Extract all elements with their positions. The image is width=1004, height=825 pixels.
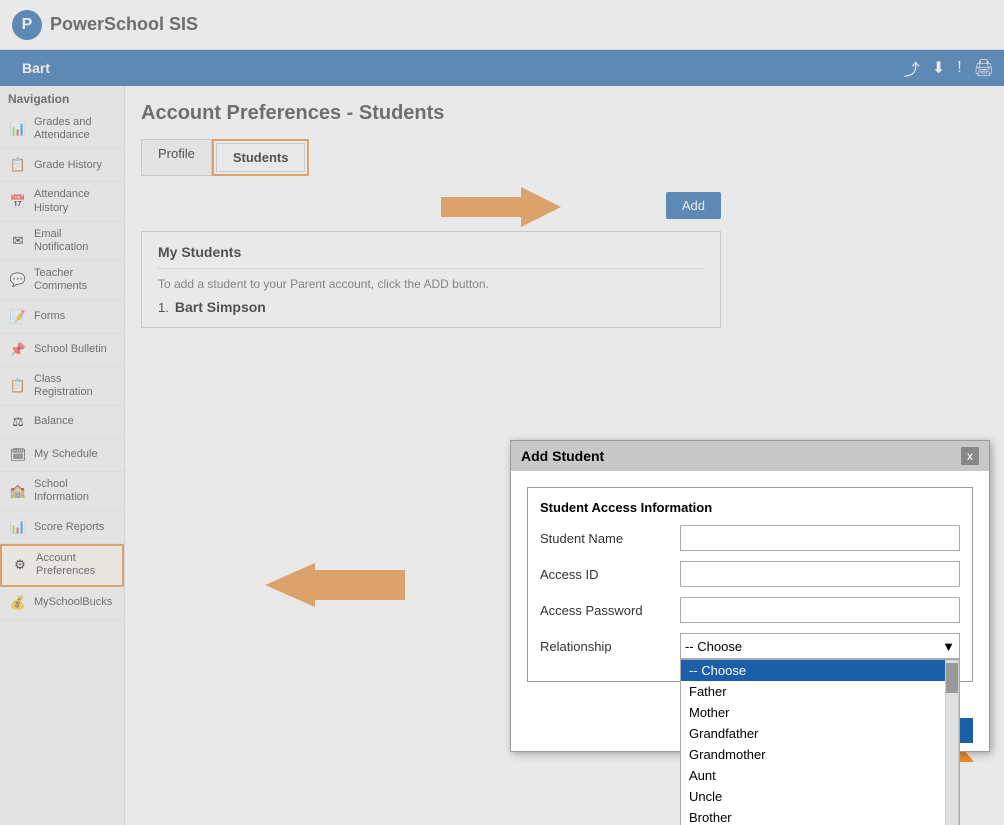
modal-body: Student Access Information Student Name … bbox=[511, 471, 989, 710]
add-student-modal: Add Student x Student Access Information… bbox=[510, 440, 990, 752]
option-brother[interactable]: Brother bbox=[681, 807, 945, 825]
access-id-row: Access ID bbox=[540, 561, 960, 587]
relationship-row: Relationship -- Choose ▼ -- Choose Fathe… bbox=[540, 633, 960, 659]
access-password-label: Access Password bbox=[540, 603, 680, 618]
relationship-dropdown-list[interactable]: -- Choose Father Mother Grandfather Gran… bbox=[680, 659, 960, 825]
student-name-label: Student Name bbox=[540, 531, 680, 546]
relationship-label: Relationship bbox=[540, 639, 680, 654]
relationship-selected-value: -- Choose bbox=[685, 639, 742, 654]
scrollbar-thumb bbox=[946, 663, 958, 693]
modal-overlay: Add Student x Student Access Information… bbox=[0, 0, 1004, 825]
student-name-input[interactable] bbox=[680, 525, 960, 551]
modal-close-button[interactable]: x bbox=[961, 447, 979, 465]
access-password-input[interactable] bbox=[680, 597, 960, 623]
dropdown-inner: -- Choose Father Mother Grandfather Gran… bbox=[681, 660, 959, 825]
modal-title: Add Student bbox=[521, 448, 604, 464]
dropdown-options: -- Choose Father Mother Grandfather Gran… bbox=[681, 660, 945, 825]
option-mother[interactable]: Mother bbox=[681, 702, 945, 723]
option-father[interactable]: Father bbox=[681, 681, 945, 702]
option-aunt[interactable]: Aunt bbox=[681, 765, 945, 786]
student-name-row: Student Name bbox=[540, 525, 960, 551]
dropdown-chevron: ▼ bbox=[942, 639, 955, 654]
option-choose[interactable]: -- Choose bbox=[681, 660, 945, 681]
student-access-info-group: Student Access Information Student Name … bbox=[527, 487, 973, 682]
relationship-dropdown-container: -- Choose ▼ -- Choose Father Mother Gran… bbox=[680, 633, 960, 659]
option-grandfather[interactable]: Grandfather bbox=[681, 723, 945, 744]
access-id-label: Access ID bbox=[540, 567, 680, 582]
modal-header: Add Student x bbox=[511, 441, 989, 471]
dropdown-scrollbar[interactable] bbox=[945, 660, 959, 825]
option-grandmother[interactable]: Grandmother bbox=[681, 744, 945, 765]
field-group-title: Student Access Information bbox=[540, 500, 960, 515]
access-password-row: Access Password bbox=[540, 597, 960, 623]
relationship-select[interactable]: -- Choose ▼ bbox=[680, 633, 960, 659]
option-uncle[interactable]: Uncle bbox=[681, 786, 945, 807]
access-id-input[interactable] bbox=[680, 561, 960, 587]
